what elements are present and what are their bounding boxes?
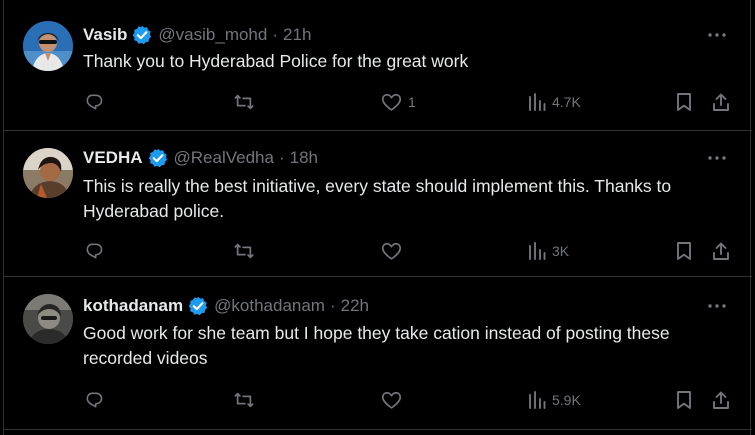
more-icon[interactable] (706, 25, 728, 45)
retweet-icon (233, 390, 255, 410)
retweet-icon (233, 241, 255, 261)
views-button[interactable]: 5.9K (528, 390, 581, 410)
bookmark-icon (676, 92, 692, 112)
share-button[interactable] (711, 92, 731, 112)
share-icon (711, 390, 731, 410)
reply-icon (84, 241, 104, 261)
view-count: 5.9K (552, 392, 581, 408)
share-button[interactable] (711, 390, 731, 410)
share-icon (711, 241, 731, 261)
verified-badge-icon (132, 25, 152, 45)
bookmark-icon (676, 241, 692, 261)
author-name[interactable]: VEDHA (83, 148, 143, 168)
reply-icon (84, 390, 104, 410)
avatar[interactable] (23, 294, 73, 344)
more-icon[interactable] (706, 296, 728, 316)
author-handle[interactable]: @RealVedha (174, 148, 274, 168)
separator-dot: · (272, 25, 279, 44)
timestamp[interactable]: 22h (341, 296, 369, 316)
view-count: 4.7K (552, 94, 581, 110)
heart-icon (381, 390, 402, 410)
reply-button[interactable] (84, 390, 104, 410)
tweet[interactable]: Vasib @vasib_mohd · 21h Thank you to Hyd… (4, 0, 752, 131)
reply-icon (84, 92, 104, 112)
bookmark-button[interactable] (676, 241, 692, 261)
tweet[interactable]: VEDHA @RealVedha · 18h This is really th… (4, 131, 752, 277)
verified-badge-icon (188, 296, 208, 316)
views-button[interactable]: 4.7K (528, 92, 581, 112)
separator-dot: · (329, 296, 336, 315)
verified-badge-icon (148, 148, 168, 168)
tweet-header: VEDHA @RealVedha · 18h (83, 148, 318, 168)
bookmark-button[interactable] (676, 390, 692, 410)
tweet[interactable]: kothadanam @kothadanam · 22h Good work f… (4, 277, 752, 430)
author-name[interactable]: Vasib (83, 25, 127, 45)
views-button[interactable]: 3K (528, 241, 569, 261)
share-icon (711, 92, 731, 112)
tweet-text: Good work for she team but I hope they t… (83, 323, 670, 368)
reply-button[interactable] (84, 241, 104, 261)
author-handle[interactable]: @vasib_mohd (158, 25, 267, 45)
views-icon (528, 390, 546, 410)
more-icon[interactable] (706, 148, 728, 168)
tweet-text: Thank you to Hyderabad Police for the gr… (83, 51, 469, 71)
timestamp[interactable]: 21h (283, 25, 311, 45)
separator-dot: · (278, 148, 285, 167)
tweet-text: This is really the best initiative, ever… (83, 176, 672, 221)
views-icon (528, 241, 546, 261)
timestamp[interactable]: 18h (290, 148, 318, 168)
share-button[interactable] (711, 241, 731, 261)
heart-icon (381, 241, 402, 261)
retweet-button[interactable] (233, 390, 255, 410)
retweet-icon (233, 92, 255, 112)
retweet-button[interactable] (233, 241, 255, 261)
avatar[interactable] (23, 21, 73, 71)
view-count: 3K (552, 243, 570, 259)
like-count: 1 (408, 94, 416, 110)
tweet-header: Vasib @vasib_mohd · 21h (83, 25, 311, 45)
timeline: Vasib @vasib_mohd · 21h Thank you to Hyd… (3, 0, 752, 435)
like-button[interactable]: 1 (381, 92, 416, 112)
like-button[interactable] (381, 241, 408, 261)
heart-icon (381, 92, 402, 112)
bookmark-button[interactable] (676, 92, 692, 112)
like-button[interactable] (381, 390, 408, 410)
tweet-header: kothadanam @kothadanam · 22h (83, 296, 369, 316)
avatar[interactable] (23, 148, 73, 198)
views-icon (528, 92, 546, 112)
reply-button[interactable] (84, 92, 104, 112)
bookmark-icon (676, 390, 692, 410)
retweet-button[interactable] (233, 92, 255, 112)
author-name[interactable]: kothadanam (83, 296, 183, 316)
author-handle[interactable]: @kothadanam (214, 296, 325, 316)
